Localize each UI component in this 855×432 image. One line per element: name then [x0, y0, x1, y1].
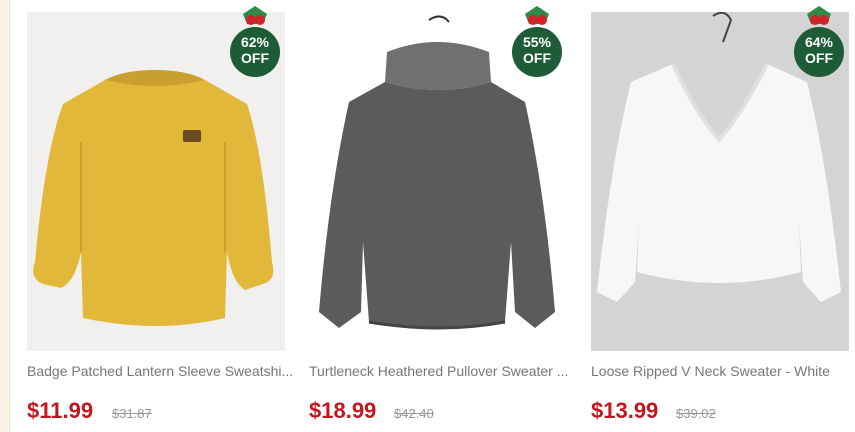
product-title[interactable]: Turtleneck Heathered Pullover Sweater ..…: [309, 363, 584, 379]
discount-off-label: OFF: [241, 50, 269, 66]
discount-percent: 64%: [804, 34, 834, 50]
product-price: $18.99: [309, 398, 377, 423]
product-original-price: $42.40: [394, 406, 434, 421]
discount-badge: 55% OFF: [511, 4, 563, 78]
discount-off-label: OFF: [523, 50, 551, 66]
product-original-price: $31.87: [112, 406, 152, 421]
discount-percent: 55%: [522, 34, 552, 50]
discount-off-label: OFF: [805, 50, 833, 66]
product-price: $13.99: [591, 398, 659, 423]
discount-percent: 62%: [240, 34, 270, 50]
product-title[interactable]: Badge Patched Lantern Sleeve Sweatshi...: [27, 363, 302, 379]
product-price: $11.99: [27, 398, 94, 423]
product-card[interactable]: 55% OFF Turtleneck Heathered Pullover Sw…: [309, 6, 568, 432]
discount-badge: 64% OFF: [793, 4, 845, 78]
page-edge: [0, 0, 10, 432]
product-title[interactable]: Loose Ripped V Neck Sweater - White: [591, 363, 849, 379]
product-original-price: $39.02: [676, 406, 716, 421]
discount-badge: 62% OFF: [229, 4, 281, 78]
product-card[interactable]: 64% OFF Loose Ripped V Neck Sweater - Wh…: [591, 6, 849, 432]
product-card[interactable]: 62% OFF Badge Patched Lantern Sleeve Swe…: [27, 6, 293, 432]
